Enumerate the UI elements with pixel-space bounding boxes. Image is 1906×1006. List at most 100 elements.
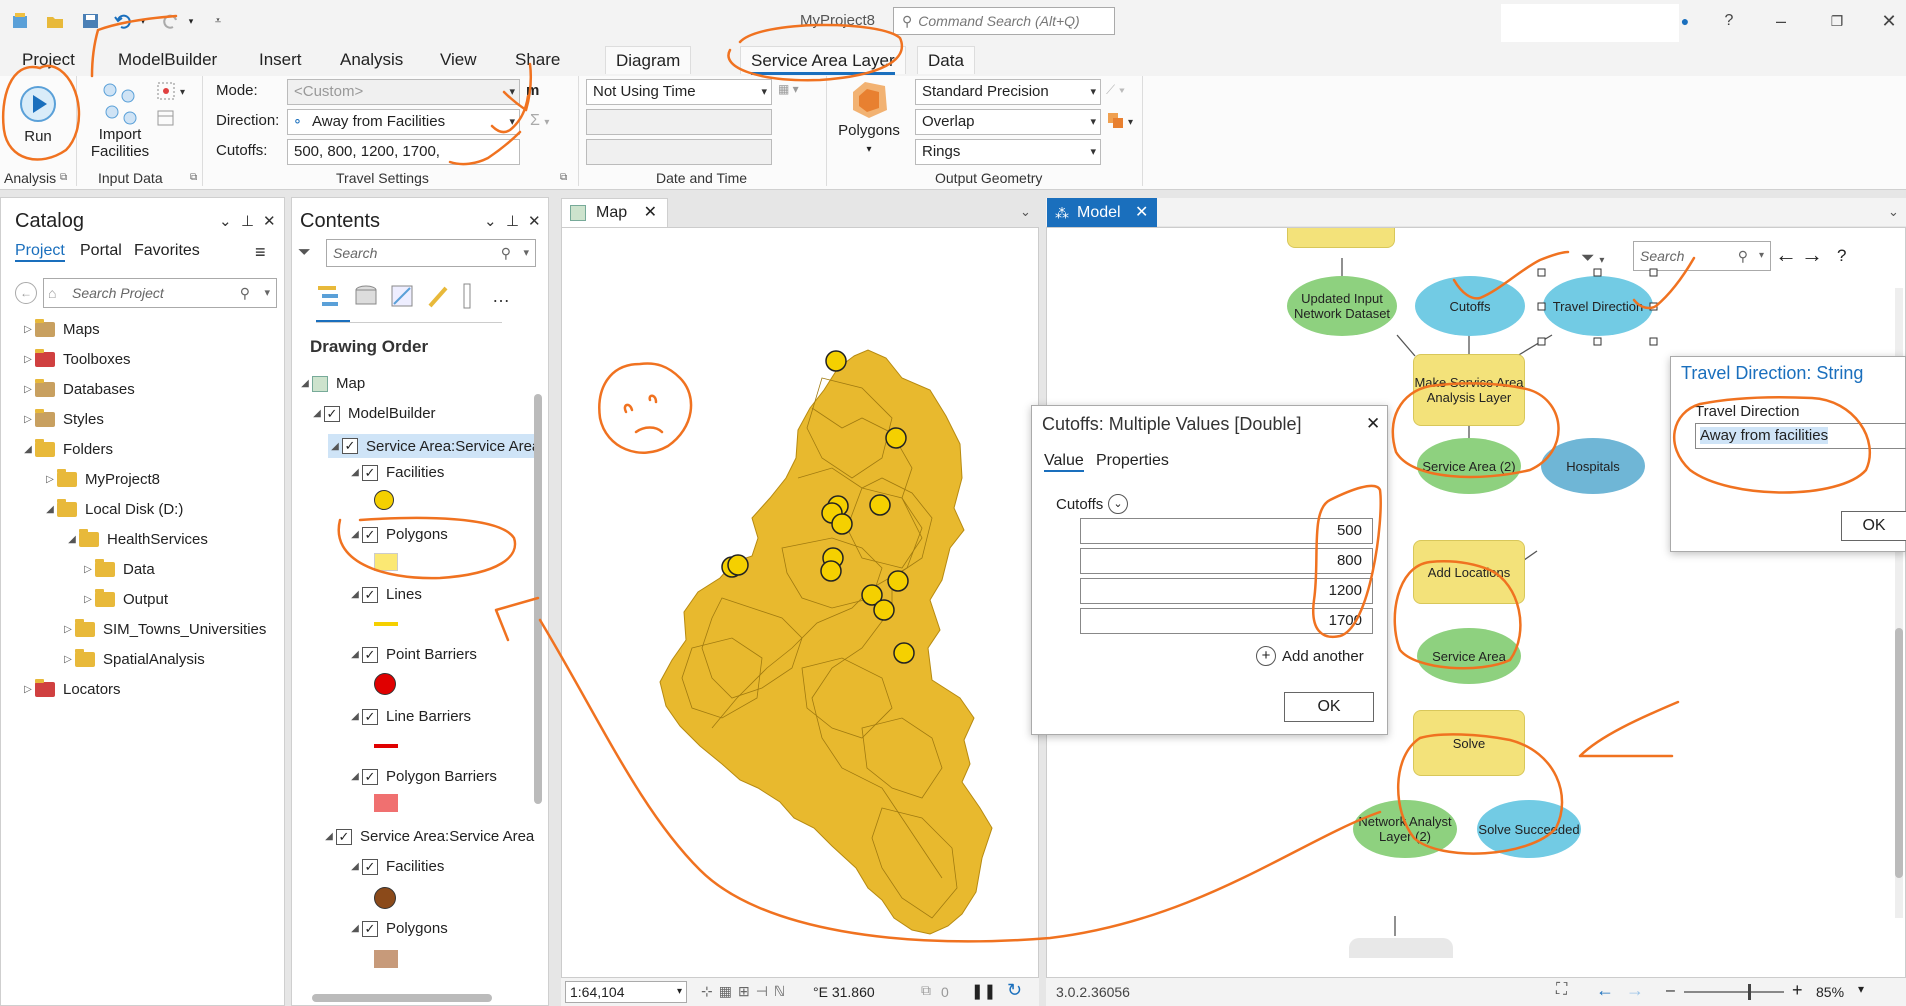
dialog-launcher-icon[interactable]: ⧉ <box>560 172 567 183</box>
dialog-launcher-icon[interactable]: ⧉ <box>190 172 197 183</box>
layer1-line-barriers[interactable]: ◢ ✓ Line Barriers <box>348 708 471 725</box>
checkbox[interactable]: ✓ <box>362 586 378 603</box>
minimize-icon[interactable]: – <box>1766 8 1796 34</box>
redo-icon[interactable] <box>158 10 184 32</box>
undo-icon[interactable] <box>110 10 136 32</box>
layer2-facilities[interactable]: ◢ ✓ Facilities <box>348 858 444 875</box>
catalog-item-folders[interactable]: ◢ Folders <box>21 439 113 458</box>
layer1-polygons[interactable]: ◢ ✓ Polygons <box>348 526 448 543</box>
layer1-lines[interactable]: ◢ ✓ Lines <box>348 586 422 603</box>
catalog-item-locators[interactable]: ▷ Locators <box>21 679 121 698</box>
layer1-point-barriers[interactable]: ◢ ✓ Point Barriers <box>348 646 477 663</box>
cutoff-value-input[interactable]: 800 <box>1080 548 1373 574</box>
checkbox[interactable]: ✓ <box>362 526 378 543</box>
tab-properties[interactable]: Properties <box>1096 452 1169 470</box>
cutoffs-ok-button[interactable]: OK <box>1284 692 1374 722</box>
model-view-tab[interactable]: ⁂ Model ✕ <box>1047 198 1157 228</box>
checkbox[interactable]: ✓ <box>336 828 352 845</box>
catalog-item-spatialanalysis[interactable]: ▷ SpatialAnalysis <box>61 649 205 668</box>
checkbox[interactable]: ✓ <box>362 646 378 663</box>
chevron-down-icon[interactable]: ⌄ <box>219 212 232 230</box>
cutoff-value-input[interactable]: 1700 <box>1080 608 1373 634</box>
scale-select[interactable]: 1:64,104 ▾ <box>565 981 687 1003</box>
layer2-node[interactable]: ◢ ✓ Service Area:Service Area <box>322 828 536 845</box>
zoom-slider[interactable] <box>1684 984 1784 1000</box>
model-node-partial[interactable] <box>1287 228 1395 248</box>
chevron-down-icon[interactable]: ▾ <box>1858 982 1864 996</box>
tab-service-area-layer[interactable]: Service Area Layer <box>740 46 906 75</box>
pin-icon[interactable]: ⊥ <box>506 212 519 230</box>
tab-value[interactable]: Value <box>1044 452 1084 472</box>
checkbox[interactable]: ✓ <box>342 438 358 454</box>
redo-dropdown-icon[interactable]: ▾ <box>185 10 197 32</box>
close-window-icon[interactable]: ✕ <box>1874 8 1904 34</box>
command-search-input[interactable]: ⚲ Command Search (Alt+Q) <box>893 7 1115 35</box>
model-node-partial[interactable] <box>1349 938 1453 958</box>
layer1-polygon-barriers[interactable]: ◢ ✓ Polygon Barriers <box>348 768 497 785</box>
catalog-tab-project[interactable]: Project <box>15 242 65 262</box>
geometry-options-icon[interactable]: ⟋ ▾ <box>1106 82 1125 98</box>
calendar-icon[interactable]: ▦ ▾ <box>778 82 799 96</box>
time-select[interactable]: Not Using Time ▾ <box>586 79 772 105</box>
chevron-down-icon[interactable]: ⌄ <box>1888 204 1899 220</box>
catalog-item-databases[interactable]: ▷ Databases <box>21 379 135 398</box>
model-node-hospitals[interactable]: Hospitals <box>1541 438 1645 494</box>
tab-view[interactable]: View <box>430 46 487 74</box>
catalog-item-data[interactable]: ▷ Data <box>81 559 155 578</box>
map-node[interactable]: ◢ Map <box>298 375 365 392</box>
close-icon[interactable]: ✕ <box>1135 198 1148 228</box>
zoom-in-icon[interactable]: + <box>1792 980 1803 1001</box>
attribute-table-icon[interactable] <box>156 108 176 130</box>
travel-ok-button[interactable]: OK <box>1841 511 1906 541</box>
model-node-service-area[interactable]: Service Area <box>1417 628 1521 684</box>
back-icon[interactable]: ← <box>15 282 37 304</box>
cutoffs-input[interactable]: 500, 800, 1200, 1700, <box>287 139 520 165</box>
catalog-item-healthservices[interactable]: ◢ HealthServices <box>65 529 208 548</box>
model-node-add-locations[interactable]: Add Locations <box>1413 540 1525 604</box>
select-facilities-icon[interactable]: ▾ <box>156 80 190 102</box>
scrollbar[interactable] <box>534 394 542 804</box>
modelbuilder-node[interactable]: ◢ ✓ ModelBuilder <box>310 405 435 422</box>
model-node-cutoffs[interactable]: Cutoffs <box>1415 276 1525 336</box>
tab-project[interactable]: Project <box>12 46 85 74</box>
model-node-make-sa-layer[interactable]: Make Service Area Analysis Layer <box>1413 354 1525 426</box>
rings-select[interactable]: Rings ▾ <box>915 139 1101 165</box>
fit-to-window-icon[interactable]: ⛶ <box>1556 981 1567 999</box>
pin-icon[interactable]: ⊥ <box>241 212 254 230</box>
tab-insert[interactable]: Insert <box>249 46 312 74</box>
map-view-tab[interactable]: Map ✕ <box>561 198 668 228</box>
layer1-facilities[interactable]: ◢ ✓ Facilities <box>348 464 444 481</box>
notification-icon[interactable]: ● <box>1670 8 1700 34</box>
undo-dropdown-icon[interactable]: ▾ <box>137 10 149 32</box>
checkbox[interactable]: ✓ <box>362 768 378 785</box>
layer2-polygons[interactable]: ◢ ✓ Polygons <box>348 920 448 937</box>
contents-search-input[interactable]: Search ⚲ ▾ <box>326 239 536 267</box>
layer1-node[interactable]: ◢ ✓ Service Area:Service Area <box>328 434 542 458</box>
catalog-item-maps[interactable]: ▷ Maps <box>21 319 100 338</box>
catalog-item-toolboxes[interactable]: ▷ Toolboxes <box>21 349 131 368</box>
back-icon[interactable]: ← <box>1596 980 1614 1001</box>
run-button[interactable]: Run <box>8 82 68 152</box>
catalog-item-myproject8[interactable]: ▷ MyProject8 <box>43 469 160 488</box>
mode-select[interactable]: <Custom> ▾ <box>287 79 520 105</box>
help-icon[interactable]: ? <box>1714 8 1744 34</box>
map-canvas[interactable] <box>561 227 1039 978</box>
close-icon[interactable]: ✕ <box>644 204 657 221</box>
catalog-item-output[interactable]: ▷ Output <box>81 589 168 608</box>
import-facilities-button[interactable]: Import Facilities <box>84 80 156 162</box>
cutoff-value-input[interactable]: 500 <box>1080 518 1373 544</box>
checkbox[interactable]: ✓ <box>324 405 340 422</box>
travel-direction-input[interactable]: Away from facilities <box>1695 423 1906 449</box>
catalog-item-local-disk[interactable]: ◢ Local Disk (D:) <box>43 499 183 518</box>
open-project-icon[interactable] <box>42 10 68 32</box>
tab-share[interactable]: Share <box>505 46 570 74</box>
precision-select[interactable]: Standard Precision ▾ <box>915 79 1101 105</box>
customize-qat-icon[interactable]: ⩡ <box>208 10 228 32</box>
map-tools-icon[interactable]: ⊹▦⊞⊣ℕ <box>701 983 791 1000</box>
cutoff-value-input[interactable]: 1200 <box>1080 578 1373 604</box>
checkbox[interactable]: ✓ <box>362 920 378 937</box>
model-node-solve[interactable]: Solve <box>1413 710 1525 776</box>
overlap-select[interactable]: Overlap ▾ <box>915 109 1101 135</box>
save-icon[interactable] <box>78 10 104 32</box>
direction-select[interactable]: ⚬ Away from Facilities ▾ <box>287 109 520 135</box>
